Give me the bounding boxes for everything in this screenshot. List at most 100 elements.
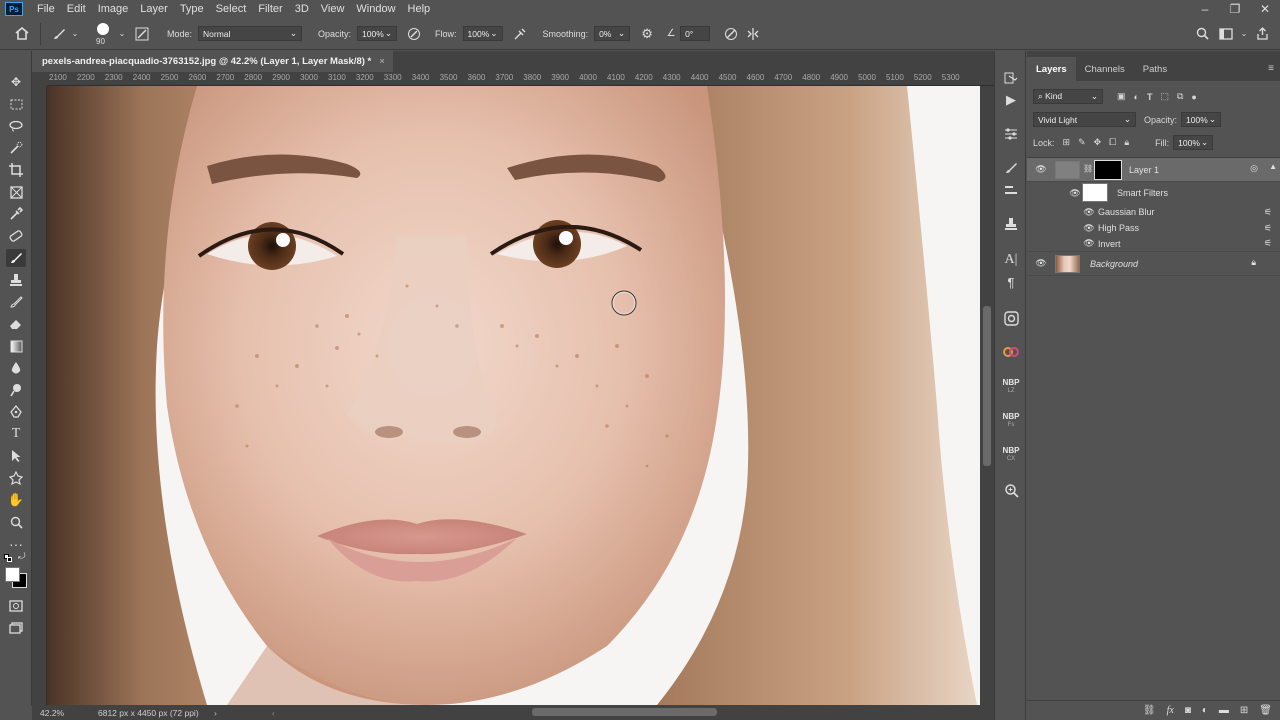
layer-mask-thumbnail[interactable] xyxy=(1094,160,1122,180)
airbrush-icon[interactable] xyxy=(511,27,529,41)
type-tool-icon[interactable]: T xyxy=(6,425,26,443)
brush-settings-icon[interactable] xyxy=(1000,157,1022,179)
smoothing-field[interactable]: 0% ⌄ xyxy=(594,26,631,41)
blur-tool-icon[interactable] xyxy=(6,359,26,377)
quick-selection-tool-icon[interactable] xyxy=(6,139,26,157)
opacity-field[interactable]: 100% ⌄ xyxy=(357,26,398,41)
adjustments-icon[interactable] xyxy=(1000,123,1022,145)
clone-source-icon[interactable] xyxy=(1000,213,1022,235)
layer-name[interactable]: Background xyxy=(1090,259,1138,269)
brushes-icon[interactable] xyxy=(1000,179,1022,201)
menu-type[interactable]: Type xyxy=(174,3,210,15)
layer-row-background[interactable]: 👁︎ Background 🔒︎ xyxy=(1027,252,1280,276)
dodge-tool-icon[interactable] xyxy=(6,381,26,399)
close-tab-icon[interactable]: × xyxy=(379,56,385,67)
menu-select[interactable]: Select xyxy=(210,3,253,15)
default-colors-icon[interactable] xyxy=(4,554,12,562)
healing-brush-tool-icon[interactable] xyxy=(6,227,26,245)
filter-row-gaussian-blur[interactable]: 👁︎ Gaussian Blur ⚟ xyxy=(1027,204,1280,220)
new-layer-icon[interactable]: ⊞ xyxy=(1240,705,1248,716)
pressure-size-icon[interactable] xyxy=(720,27,742,41)
menu-image[interactable]: Image xyxy=(92,3,135,15)
layer-name[interactable]: Layer 1 xyxy=(1129,165,1159,175)
filter-options-icon[interactable]: ⚟ xyxy=(1264,223,1272,234)
pressure-opacity-icon[interactable] xyxy=(405,27,423,41)
filter-options-icon[interactable]: ⚟ xyxy=(1264,207,1272,218)
vertical-scrollbar[interactable] xyxy=(980,86,994,705)
menu-help[interactable]: Help xyxy=(402,3,437,15)
zoom-level[interactable]: 42.2% xyxy=(32,708,80,718)
lasso-tool-icon[interactable] xyxy=(6,117,26,135)
hand-tool-icon[interactable]: ✋ xyxy=(6,491,26,509)
frame-tool-icon[interactable] xyxy=(6,183,26,201)
lock-all-icon[interactable]: 🔒︎ xyxy=(1124,137,1129,148)
visibility-eye-icon[interactable]: 👁︎ xyxy=(1083,238,1095,249)
filter-kind-dropdown[interactable]: ⌕ Kind ⌄ xyxy=(1033,89,1103,104)
brush-settings-icon[interactable] xyxy=(131,27,153,41)
eyedropper-tool-icon[interactable] xyxy=(6,205,26,223)
lock-transparent-icon[interactable]: ⊞ xyxy=(1063,137,1071,148)
share-icon[interactable] xyxy=(1250,27,1274,40)
menu-3d[interactable]: 3D xyxy=(289,3,315,15)
vertical-ruler[interactable] xyxy=(32,86,47,705)
menu-edit[interactable]: Edit xyxy=(61,3,92,15)
custom-shape-tool-icon[interactable] xyxy=(6,469,26,487)
nbp-fs-plugin-icon[interactable]: NBP Fs xyxy=(1000,407,1022,435)
layer-row-layer-1[interactable]: 👁︎ ⛓︎ Layer 1 ◎ ▲ xyxy=(1027,158,1280,182)
quick-mask-icon[interactable] xyxy=(6,597,26,615)
search-icon[interactable] xyxy=(1190,27,1214,40)
panel-menu-icon[interactable]: ≡ xyxy=(1268,63,1274,74)
tab-channels[interactable]: Channels xyxy=(1076,57,1134,81)
filter-name[interactable]: High Pass xyxy=(1098,223,1139,233)
scroll-up-icon[interactable]: ▲ xyxy=(1269,162,1277,171)
lock-image-icon[interactable]: ✎ xyxy=(1078,137,1086,148)
smart-filter-mask-thumbnail[interactable] xyxy=(1082,183,1108,202)
filter-toggle-icon[interactable]: ● xyxy=(1191,92,1196,102)
filter-pixel-icon[interactable]: ▣ xyxy=(1117,91,1126,102)
zoom-tool-icon[interactable] xyxy=(6,513,26,531)
new-adjustment-icon[interactable]: ◐ xyxy=(1202,705,1208,716)
link-layers-icon[interactable]: ⛓︎ xyxy=(1143,705,1156,716)
visibility-eye-icon[interactable]: 👁︎ xyxy=(1035,164,1047,175)
menu-file[interactable]: File xyxy=(31,3,61,15)
crop-tool-icon[interactable] xyxy=(6,161,26,179)
filter-smart-object-icon[interactable]: ⧉ xyxy=(1177,91,1183,102)
clone-stamp-tool-icon[interactable] xyxy=(6,271,26,289)
fill-field[interactable]: 100% ⌄ xyxy=(1173,135,1214,150)
marquee-tool-icon[interactable] xyxy=(6,95,26,113)
mode-dropdown[interactable]: Normal ⌄ xyxy=(198,26,303,41)
add-mask-icon[interactable]: ◙ xyxy=(1185,705,1191,716)
filter-name[interactable]: Invert xyxy=(1098,239,1121,249)
symmetry-icon[interactable] xyxy=(742,27,764,41)
nbp-cx-plugin-icon[interactable]: NBP CX xyxy=(1000,441,1022,469)
scroll-left-icon[interactable]: ‹ xyxy=(272,708,275,718)
lock-artboard-icon[interactable]: ⧠ xyxy=(1109,137,1116,148)
play-actions-icon[interactable]: ▶ xyxy=(1000,89,1022,111)
pen-tool-icon[interactable] xyxy=(6,403,26,421)
chevron-down-icon[interactable]: ⌄ xyxy=(69,29,81,38)
filter-row-invert[interactable]: 👁︎ Invert ⚟ xyxy=(1027,236,1280,252)
menu-window[interactable]: Window xyxy=(350,3,401,15)
menu-filter[interactable]: Filter xyxy=(252,3,288,15)
document-tab[interactable]: pexels-andrea-piacquadio-3763152.jpg @ 4… xyxy=(32,51,393,72)
restore-button[interactable]: ❐ xyxy=(1220,0,1250,18)
tab-layers[interactable]: Layers xyxy=(1027,57,1076,81)
history-brush-tool-icon[interactable] xyxy=(6,293,26,311)
tab-paths[interactable]: Paths xyxy=(1134,57,1176,81)
minimize-button[interactable]: – xyxy=(1190,0,1220,18)
menu-view[interactable]: View xyxy=(315,3,351,15)
visibility-eye-icon[interactable]: 👁︎ xyxy=(1083,207,1095,218)
brush-preset-picker[interactable]: 90 xyxy=(87,19,117,49)
layer-opacity-field[interactable]: 100% ⌄ xyxy=(1181,112,1222,127)
filter-row-high-pass[interactable]: 👁︎ High Pass ⚟ xyxy=(1027,220,1280,236)
filter-type-icon[interactable]: T xyxy=(1147,92,1153,102)
link-icon[interactable]: ⛓︎ xyxy=(1083,164,1093,173)
canvas[interactable] xyxy=(47,86,980,705)
lock-position-icon[interactable]: ✥ xyxy=(1094,137,1102,148)
filter-options-icon[interactable]: ⚟ xyxy=(1264,238,1272,249)
home-icon[interactable] xyxy=(8,27,36,40)
horizontal-ruler[interactable]: 2100 2200 2300 2400 2500 2600 2700 2800 2900 3000… xyxy=(47,72,994,86)
filter-adjustment-icon[interactable]: ◐ xyxy=(1134,92,1139,102)
workspace-icon[interactable] xyxy=(1214,27,1238,40)
close-window-button[interactable]: ✕ xyxy=(1250,0,1280,18)
